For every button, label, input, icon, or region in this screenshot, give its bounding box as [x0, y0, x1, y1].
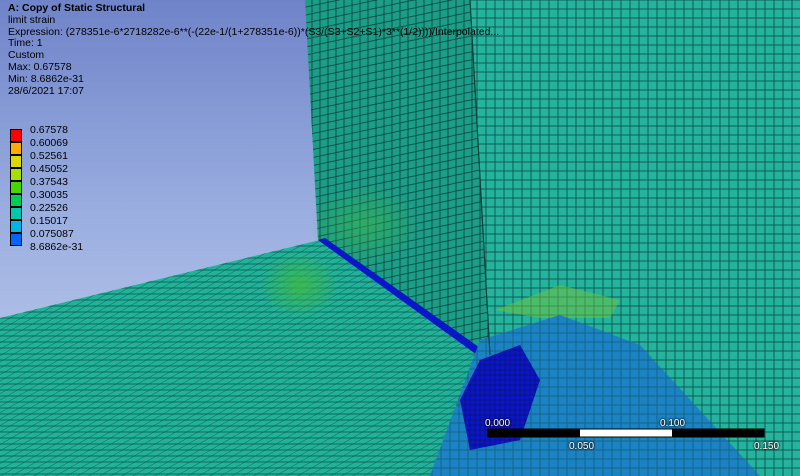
scale-label-0: 0.000 — [485, 418, 511, 429]
legend-label: 0.15017 — [30, 215, 68, 227]
legend-label: 0.30035 — [30, 189, 68, 201]
legend-swatch — [10, 220, 22, 233]
legend-label-min: 8.6862e-31 — [30, 241, 84, 253]
right-plate — [430, 0, 800, 476]
legend-label: 0.22526 — [30, 202, 68, 214]
scale-label-2: 0.050 — [569, 441, 595, 452]
scale-bar — [487, 428, 765, 438]
model-viewport[interactable] — [0, 0, 800, 476]
legend-swatch — [10, 194, 22, 207]
legend-swatch — [10, 233, 22, 246]
scale-label-3: 0.150 — [754, 441, 780, 452]
legend-label: 0.67578 — [30, 124, 68, 136]
legend-label: 0.075087 — [30, 228, 74, 240]
legend-swatch — [10, 181, 22, 194]
legend-label: 0.60069 — [30, 137, 68, 149]
legend-swatch — [10, 207, 22, 220]
legend-label: 0.52561 — [30, 150, 68, 162]
legend-label: 0.45052 — [30, 163, 68, 175]
scale-label-1: 0.100 — [660, 418, 686, 429]
legend-label: 0.37543 — [30, 176, 68, 188]
legend-swatch — [10, 168, 22, 181]
legend-swatch — [10, 142, 22, 155]
legend-swatch — [10, 129, 22, 142]
legend-swatch — [10, 155, 22, 168]
